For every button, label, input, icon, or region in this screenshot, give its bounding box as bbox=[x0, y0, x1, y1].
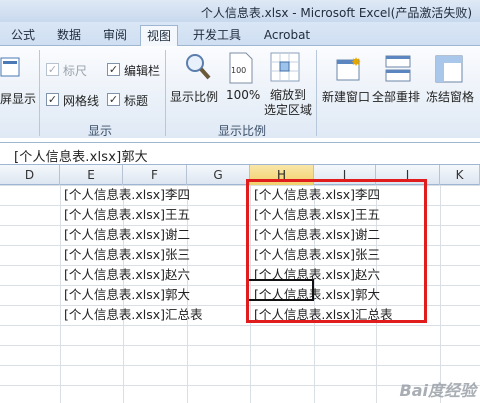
column-header-K[interactable]: K bbox=[440, 165, 480, 185]
cell-E-value[interactable]: [个人信息表.xlsx]李四 bbox=[64, 185, 190, 205]
formula-bar-checkbox[interactable]: ✓ bbox=[107, 63, 120, 76]
column-header-F[interactable]: F bbox=[123, 165, 187, 185]
grid-line bbox=[0, 325, 480, 326]
cell-E-value[interactable]: [个人信息表.xlsx]张三 bbox=[64, 245, 190, 265]
zoom-magnifier-icon bbox=[186, 54, 211, 80]
formula-bar-label: 编辑栏 bbox=[124, 64, 161, 78]
group-divider bbox=[165, 50, 166, 136]
title-bar: 个人信息表.xlsx - Microsoft Excel(产品激活失败) bbox=[0, 0, 480, 22]
freeze-panes-button[interactable]: 冻结窗格 bbox=[426, 88, 474, 105]
arrange-all-icon bbox=[385, 55, 411, 82]
cell-E-value[interactable]: [个人信息表.xlsx]王五 bbox=[64, 205, 190, 225]
zoom-100-button[interactable]: 100% bbox=[226, 88, 260, 102]
tab-view[interactable]: 视图 bbox=[140, 25, 178, 47]
tab-acrobat[interactable]: Acrobat bbox=[258, 25, 316, 46]
cell-E-value[interactable]: [个人信息表.xlsx]谢二 bbox=[64, 225, 190, 245]
tab-review[interactable]: 审阅 bbox=[98, 25, 132, 46]
headings-checkbox[interactable]: ✓ bbox=[107, 93, 120, 106]
column-header-G[interactable]: G bbox=[187, 165, 250, 185]
grid-line bbox=[440, 185, 441, 403]
tab-data[interactable]: 数据 bbox=[52, 25, 86, 46]
zoom-to-selection-icon bbox=[270, 52, 300, 82]
ruler-label: 标尺 bbox=[63, 64, 88, 78]
window-title: 个人信息表.xlsx - Microsoft Excel(产品激活失败) bbox=[200, 6, 472, 20]
svg-text:✸: ✸ bbox=[351, 55, 361, 69]
gridlines-checkbox[interactable]: ✓ bbox=[46, 93, 59, 106]
group-divider bbox=[39, 50, 40, 136]
formula-bar[interactable]: [个人信息表.xlsx]郭大 bbox=[0, 142, 480, 165]
fullscreen-icon bbox=[0, 57, 20, 77]
column-header-E[interactable]: E bbox=[60, 165, 123, 185]
grid-line bbox=[60, 185, 61, 403]
ribbon-tab-bar: 公式 数据 审阅 视图 开发工具 Acrobat bbox=[0, 22, 480, 47]
fullscreen-button[interactable]: 屏显示 bbox=[0, 90, 36, 107]
zoom-100-icon-text: 100 bbox=[231, 66, 247, 75]
group-divider bbox=[316, 50, 317, 136]
arrange-all-button[interactable]: 全部重排 bbox=[372, 88, 420, 105]
gridlines-label: 网格线 bbox=[63, 94, 100, 108]
tab-formulas[interactable]: 公式 bbox=[6, 25, 40, 46]
zoom-button[interactable]: 显示比例 bbox=[170, 88, 218, 105]
watermark: Bai度经验 bbox=[399, 381, 476, 400]
formula-bar-content[interactable]: [个人信息表.xlsx]郭大 bbox=[14, 146, 148, 165]
zoom-group-label: 显示比例 bbox=[218, 124, 267, 138]
cell-E-value[interactable]: [个人信息表.xlsx]郭大 bbox=[64, 285, 190, 305]
grid-line bbox=[0, 365, 480, 366]
ruler-checkbox[interactable]: ✓ bbox=[46, 63, 59, 76]
new-window-icon: ✸ bbox=[336, 55, 361, 81]
cell-E-value[interactable]: [个人信息表.xlsx]汇总表 bbox=[64, 305, 203, 325]
new-window-button[interactable]: 新建窗口 bbox=[322, 88, 370, 105]
grid-line bbox=[0, 345, 480, 346]
column-header-D[interactable]: D bbox=[0, 165, 60, 185]
highlight-annotation-box bbox=[246, 179, 427, 323]
cell-E-value[interactable]: [个人信息表.xlsx]赵六 bbox=[64, 265, 190, 285]
headings-label: 标题 bbox=[124, 94, 149, 108]
show-group-label: 显示 bbox=[88, 124, 113, 138]
tab-developer[interactable]: 开发工具 bbox=[188, 25, 246, 46]
freeze-panes-icon bbox=[435, 55, 463, 83]
zoom-to-selection-label-line2: 选定区域 bbox=[264, 103, 313, 117]
